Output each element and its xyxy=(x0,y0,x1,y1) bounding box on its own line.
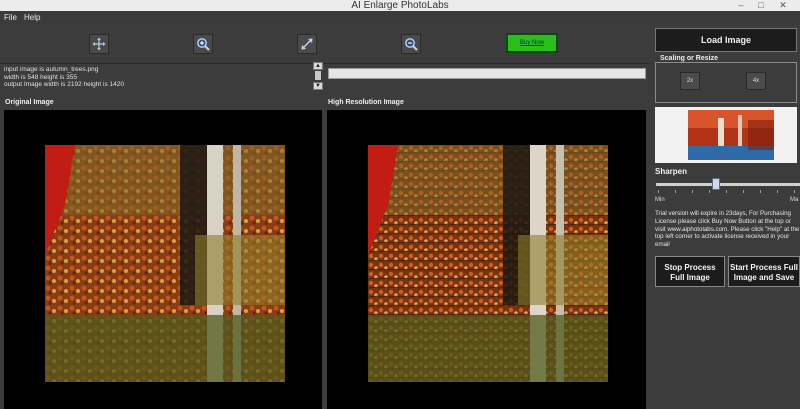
slider-tick xyxy=(692,190,693,193)
slider-tick xyxy=(743,190,744,193)
scroll-thumb[interactable] xyxy=(315,71,321,80)
zoom-in-button[interactable] xyxy=(193,34,213,54)
original-image-viewer[interactable] xyxy=(4,110,322,409)
close-button[interactable]: ✕ xyxy=(774,0,792,11)
info-line-3: output Image width is 2192 height is 142… xyxy=(4,81,124,88)
slider-tick xyxy=(658,190,659,193)
move-icon xyxy=(92,37,106,51)
thumbnail-image[interactable] xyxy=(688,110,774,160)
slider-tick xyxy=(777,190,778,193)
zoom-out-icon xyxy=(405,38,418,51)
start-process-label-2: Image and Save xyxy=(733,272,795,282)
start-process-button[interactable]: Start Process Full Image and Save xyxy=(728,256,800,287)
scale-2x-button[interactable]: 2x xyxy=(680,72,700,90)
sharpen-slider-thumb[interactable] xyxy=(712,178,721,190)
start-process-label-1: Start Process Full xyxy=(729,263,799,272)
scroll-up-icon[interactable]: ▲ xyxy=(313,62,323,70)
info-scrollbar[interactable]: ▲ ▼ xyxy=(313,62,323,90)
high-res-image-viewer[interactable] xyxy=(327,110,646,409)
title-bar: AI Enlarge PhotoLabs – □ ✕ xyxy=(0,0,800,11)
high-res-image-title: High Resolution Image xyxy=(328,99,404,106)
fit-screen-icon xyxy=(301,38,313,50)
high-res-image xyxy=(368,145,608,382)
progress-bar xyxy=(328,68,646,79)
menu-help[interactable]: Help xyxy=(24,11,40,25)
load-image-button[interactable]: Load Image xyxy=(655,28,797,52)
fit-screen-button[interactable] xyxy=(297,34,317,54)
scroll-down-icon[interactable]: ▼ xyxy=(313,82,323,90)
info-line-1: input image is autumn_trees.png xyxy=(4,66,99,73)
zoom-in-icon xyxy=(197,38,210,51)
slider-min-label: Min xyxy=(655,197,665,203)
toolbar: Buy Now xyxy=(0,25,650,64)
trial-message: Trial version will expire in 23days, For… xyxy=(655,210,800,249)
stop-process-label-1: Stop Process xyxy=(664,263,716,272)
maximize-button[interactable]: □ xyxy=(752,0,770,11)
stop-process-label-2: Full Image xyxy=(670,272,710,282)
menu-file[interactable]: File xyxy=(4,11,17,25)
window-title: AI Enlarge PhotoLabs xyxy=(351,0,449,11)
stop-process-button[interactable]: Stop Process Full Image xyxy=(655,256,725,287)
scale-4x-button[interactable]: 4x xyxy=(746,72,766,90)
slider-tick xyxy=(709,190,710,193)
slider-tick xyxy=(675,190,676,193)
sharpen-label: Sharpen xyxy=(655,167,688,176)
image-info: input image is autumn_trees.png width is… xyxy=(4,66,309,90)
move-button[interactable] xyxy=(89,34,109,54)
minimize-button[interactable]: – xyxy=(732,0,750,11)
sharpen-slider-track[interactable] xyxy=(656,183,800,186)
slider-tick xyxy=(760,190,761,193)
slider-max-label: Ma xyxy=(790,197,799,203)
menu-bar: File Help xyxy=(0,11,800,25)
thumbnail-frame xyxy=(655,107,797,163)
original-image-title: Original Image xyxy=(5,99,54,106)
original-image xyxy=(45,145,285,382)
scaling-group xyxy=(655,62,797,103)
buy-now-button[interactable]: Buy Now xyxy=(506,33,558,53)
zoom-out-button[interactable] xyxy=(401,34,421,54)
slider-tick xyxy=(794,190,795,193)
slider-tick xyxy=(726,190,727,193)
info-line-2: width is 548 height is 355 xyxy=(4,73,77,81)
scaling-legend: Scaling or Resize xyxy=(658,55,720,62)
